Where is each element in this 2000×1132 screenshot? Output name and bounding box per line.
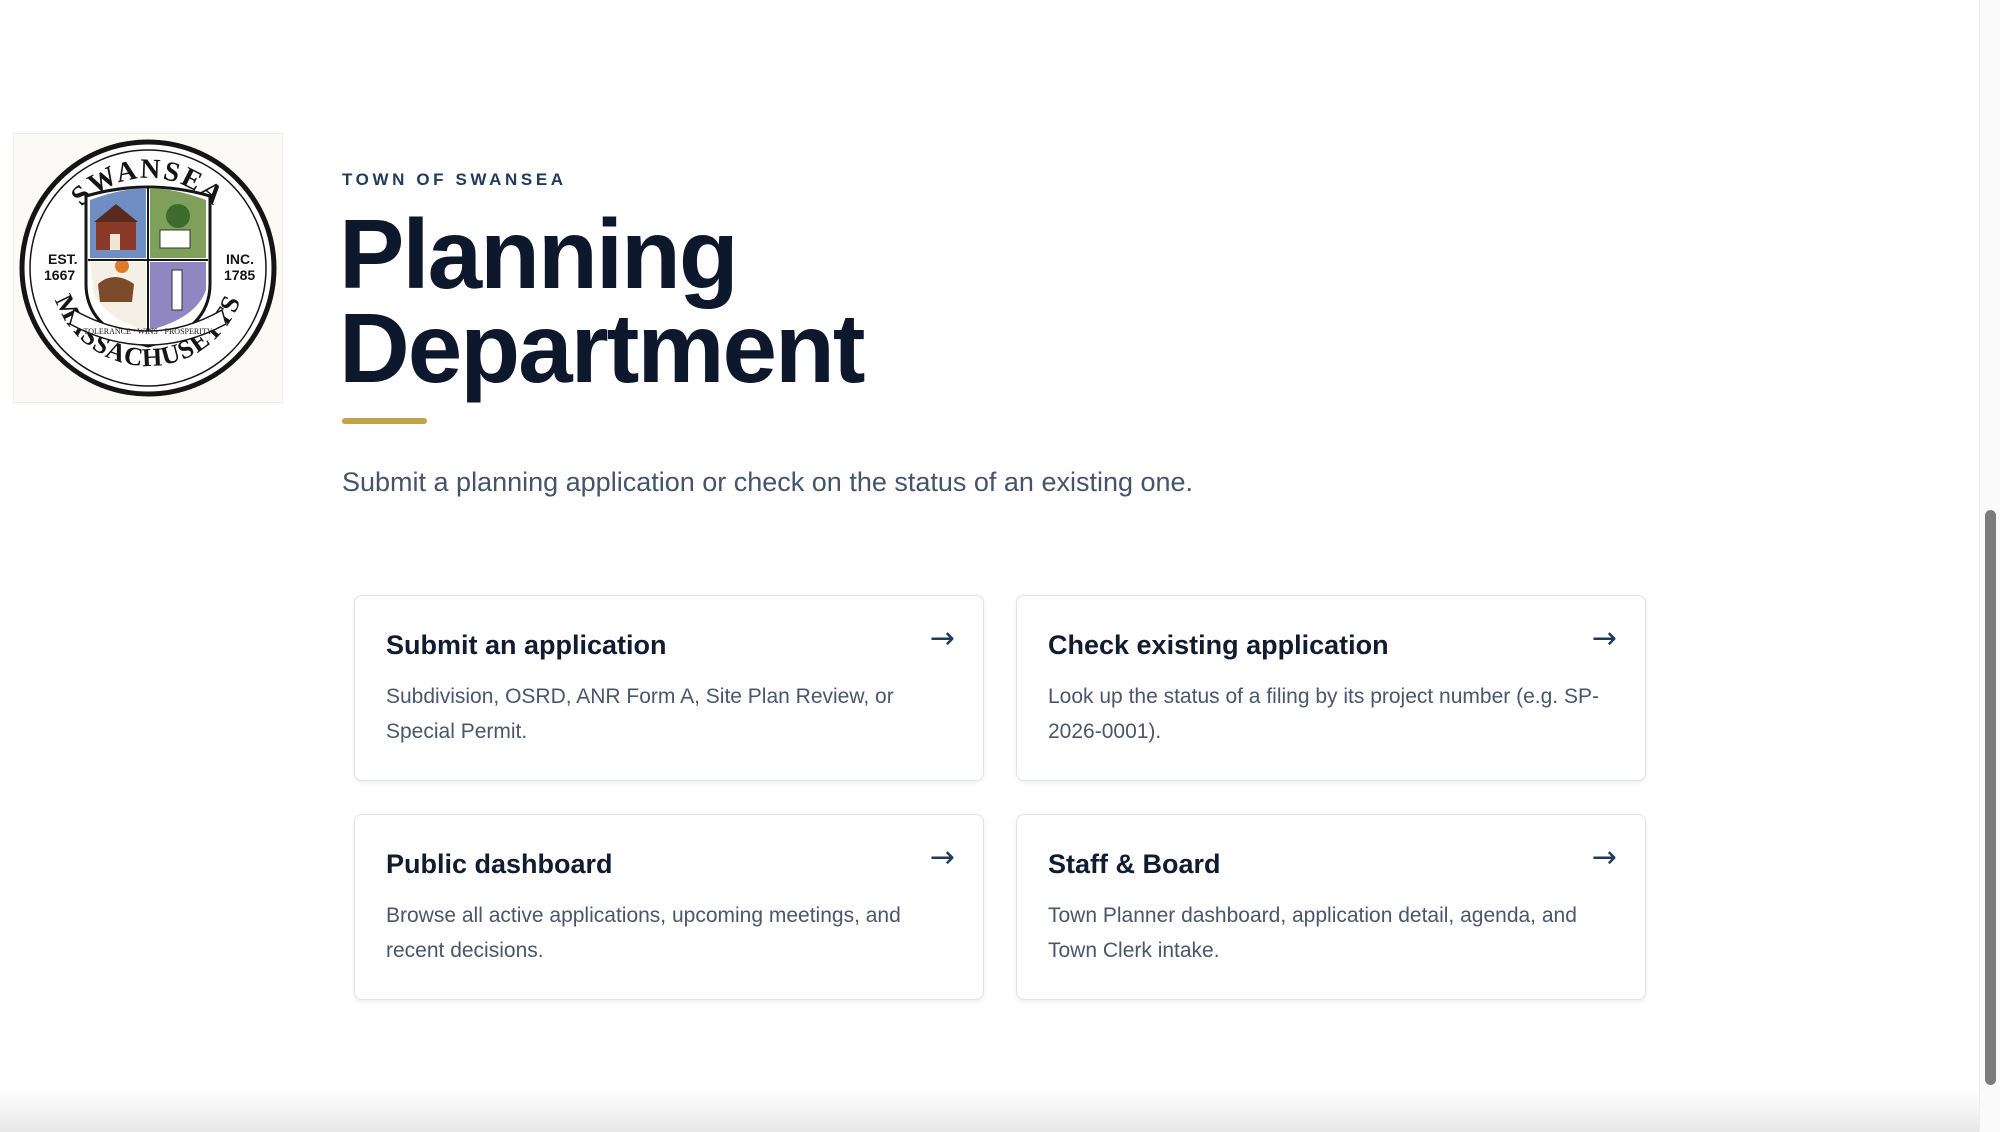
arrow-right-icon: → — [1591, 621, 1617, 656]
intro-text: Submit a planning application or check o… — [342, 467, 1194, 497]
town-eyebrow: TOWN OF SWANSEA — [342, 170, 567, 189]
bottom-fade — [0, 1088, 1979, 1132]
svg-text:1667: 1667 — [44, 267, 75, 283]
card-title: Staff & Board — [1048, 849, 1221, 879]
arrow-right-icon: → — [1591, 840, 1617, 875]
page-title: Planning Department — [339, 199, 866, 403]
card-description: Browse all active applications, upcoming… — [386, 904, 901, 962]
arrow-right-icon: → — [929, 840, 955, 875]
arrow-right-icon: → — [929, 621, 955, 656]
submit-application-card[interactable]: Submit an application → Subdivision, OSR… — [354, 595, 984, 781]
svg-text:1785: 1785 — [224, 267, 255, 283]
seal-graphic: SWANSEA MASSACHUSETTS EST. 1667 INC. 178… — [19, 139, 277, 397]
svg-text:INC.: INC. — [226, 251, 254, 267]
staff-board-card[interactable]: Staff & Board → Town Planner dashboard, … — [1016, 814, 1646, 1000]
check-application-card[interactable]: Check existing application → Look up the… — [1016, 595, 1646, 781]
svg-text:TOLERANCE · WINS · PROSPERITY: TOLERANCE · WINS · PROSPERITY — [83, 327, 212, 336]
page-title-line-2: Department — [339, 293, 866, 403]
title-accent-rule — [342, 418, 427, 424]
card-description: Subdivision, OSRD, ANR Form A, Site Plan… — [386, 685, 894, 743]
card-title: Check existing application — [1048, 630, 1389, 660]
page: SWANSEA MASSACHUSETTS EST. 1667 INC. 178… — [0, 0, 2000, 1132]
page-title-line-1: Planning — [339, 199, 739, 309]
card-title: Submit an application — [386, 630, 667, 660]
card-description: Look up the status of a filing by its pr… — [1048, 685, 1599, 743]
town-seal-logo: SWANSEA MASSACHUSETTS EST. 1667 INC. 178… — [13, 133, 283, 403]
vertical-scrollbar[interactable] — [1979, 0, 2000, 1132]
card-description: Town Planner dashboard, application deta… — [1048, 904, 1577, 962]
card-title: Public dashboard — [386, 849, 613, 879]
public-dashboard-card[interactable]: Public dashboard → Browse all active app… — [354, 814, 984, 1000]
svg-text:EST.: EST. — [48, 251, 78, 267]
scrollbar-thumb[interactable] — [1985, 510, 1996, 1085]
